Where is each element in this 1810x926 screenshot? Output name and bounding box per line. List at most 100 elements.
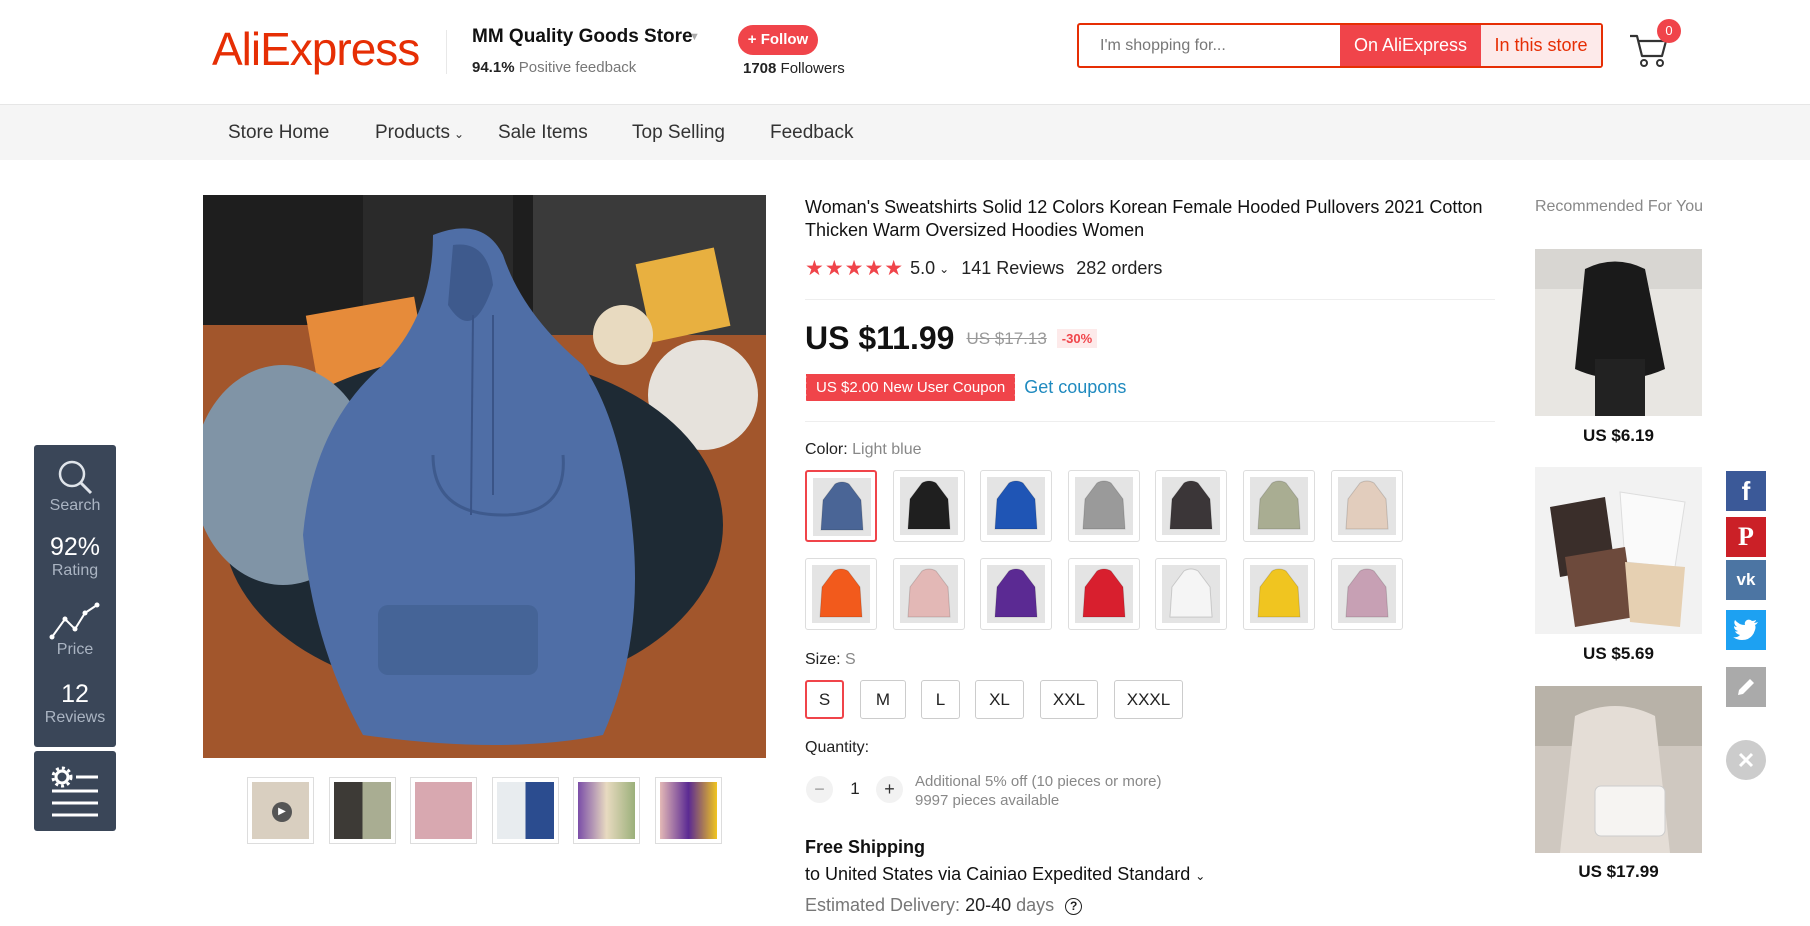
selected-color: Light blue xyxy=(852,441,922,458)
settings-list-icon xyxy=(51,766,98,817)
color-swatch-1[interactable] xyxy=(805,470,877,542)
rating-score[interactable]: 5.0 xyxy=(910,258,935,279)
get-coupons-link[interactable]: Get coupons xyxy=(1024,377,1126,398)
reviews-label: Reviews xyxy=(44,709,106,726)
swatch-image xyxy=(987,565,1045,623)
color-swatch-12[interactable] xyxy=(1155,558,1227,630)
hoodie-shape xyxy=(1169,480,1213,530)
side-rating[interactable]: 92% Rating xyxy=(34,533,116,580)
recommended-price-1: US $6.19 xyxy=(1583,426,1654,445)
chevron-down-icon[interactable]: ▼ xyxy=(689,31,700,43)
thumbnail-2[interactable] xyxy=(329,777,396,844)
color-swatch-4[interactable] xyxy=(1068,470,1140,542)
rating-row: ★★★★★ 5.0 ⌄ 141 Reviews 282 orders xyxy=(805,256,1162,281)
size-option-xxxl[interactable]: XXXL xyxy=(1114,680,1183,719)
recommended-item-1[interactable] xyxy=(1535,249,1702,416)
nav-sale-items[interactable]: Sale Items xyxy=(498,122,588,144)
quantity-increase-button[interactable]: + xyxy=(876,776,903,803)
pinterest-icon[interactable]: P xyxy=(1726,517,1766,557)
nav-top-selling[interactable]: Top Selling xyxy=(632,122,725,144)
hoodie-shape xyxy=(1082,480,1126,530)
swatch-image xyxy=(1250,565,1308,623)
help-icon[interactable]: ? xyxy=(1065,897,1083,915)
cart-badge: 0 xyxy=(1657,19,1681,43)
color-swatch-6[interactable] xyxy=(1243,470,1315,542)
edit-icon[interactable] xyxy=(1726,667,1766,707)
side-price[interactable]: Price xyxy=(34,601,116,659)
vk-icon[interactable]: vk xyxy=(1726,560,1766,600)
hoodie-shape xyxy=(1345,480,1389,530)
nav-products[interactable]: Products ⌄ xyxy=(375,122,464,144)
vk-glyph: vk xyxy=(1736,570,1756,589)
nav-feedback[interactable]: Feedback xyxy=(770,122,853,144)
quantity-value[interactable]: 1 xyxy=(845,779,865,799)
hoodie-shape xyxy=(1169,568,1213,618)
thumbnail-video[interactable]: ▶ xyxy=(247,777,314,844)
search-aliexpress-button[interactable]: On AliExpress xyxy=(1340,25,1481,66)
swatch-image xyxy=(1162,477,1220,535)
followers-number: 1708 xyxy=(743,60,777,77)
coupon-row: US $2.00 New User Coupon Get coupons xyxy=(803,374,1126,401)
rating-value: 92% xyxy=(49,533,101,561)
quantity-decrease-button[interactable]: − xyxy=(806,776,833,803)
hoodie-photo xyxy=(203,195,766,758)
color-swatch-10[interactable] xyxy=(980,558,1052,630)
size-option-xxl[interactable]: XXL xyxy=(1040,680,1098,719)
color-swatch-2[interactable] xyxy=(893,470,965,542)
size-option-l[interactable]: L xyxy=(921,680,960,719)
quantity-label: Quantity: xyxy=(805,739,870,756)
swatch-image xyxy=(813,478,871,536)
color-swatch-7[interactable] xyxy=(1331,470,1403,542)
hoodie-shape xyxy=(907,568,951,618)
side-search[interactable]: Search xyxy=(34,453,116,515)
thumbnail-4[interactable] xyxy=(492,777,559,844)
recommended-image xyxy=(1535,686,1702,853)
recommended-item-2[interactable] xyxy=(1535,467,1702,634)
hoodie-shape xyxy=(1257,480,1301,530)
color-swatch-3[interactable] xyxy=(980,470,1052,542)
color-label-row: Color: Light blue xyxy=(805,441,922,459)
reviews-count[interactable]: 141 Reviews xyxy=(961,258,1064,279)
swatch-image xyxy=(1338,565,1396,623)
twitter-bird xyxy=(1733,619,1758,640)
color-swatch-11[interactable] xyxy=(1068,558,1140,630)
hoodie-shape xyxy=(1257,568,1301,618)
nav-store-home[interactable]: Store Home xyxy=(228,122,329,144)
recommended-item-3[interactable] xyxy=(1535,686,1702,853)
thumbnail-3[interactable] xyxy=(410,777,477,844)
chevron-down-icon[interactable]: ⌄ xyxy=(939,262,949,276)
color-swatch-8[interactable] xyxy=(805,558,877,630)
size-option-s[interactable]: S xyxy=(805,680,844,719)
size-option-xl[interactable]: XL xyxy=(975,680,1024,719)
search-store-button[interactable]: In this store xyxy=(1481,25,1601,66)
twitter-icon[interactable] xyxy=(1726,610,1766,650)
size-option-m[interactable]: M xyxy=(860,680,906,719)
site-header: AliExpress MM Quality Goods Store ▼ 94.1… xyxy=(0,0,1810,104)
settings-widget[interactable] xyxy=(34,751,116,831)
swatch-image xyxy=(900,477,958,535)
color-swatch-5[interactable] xyxy=(1155,470,1227,542)
color-swatch-13[interactable] xyxy=(1243,558,1315,630)
thumbnail-image xyxy=(334,782,391,839)
shipping-method[interactable]: to United States via Cainiao Expedited S… xyxy=(805,864,1205,885)
new-user-coupon[interactable]: US $2.00 New User Coupon xyxy=(803,374,1016,401)
color-swatch-14[interactable] xyxy=(1331,558,1403,630)
thumbnail-5[interactable] xyxy=(573,777,640,844)
pinterest-glyph: P xyxy=(1738,522,1754,551)
recommended-image xyxy=(1535,467,1702,634)
store-name[interactable]: MM Quality Goods Store xyxy=(472,26,693,48)
play-icon: ▶ xyxy=(272,802,292,822)
main-product-image[interactable] xyxy=(203,195,766,758)
thumbnail-6[interactable] xyxy=(655,777,722,844)
side-reviews[interactable]: 12 Reviews xyxy=(34,680,116,727)
color-swatch-9[interactable] xyxy=(893,558,965,630)
shipping-desc: to United States via Cainiao Expedited S… xyxy=(805,864,1191,884)
facebook-icon[interactable]: f xyxy=(1726,471,1766,511)
facebook-glyph: f xyxy=(1741,475,1751,506)
feedback-label: Positive feedback xyxy=(518,59,637,76)
close-icon[interactable] xyxy=(1726,740,1766,780)
swatch-image xyxy=(1075,477,1133,535)
follow-button[interactable]: + Follow xyxy=(738,25,818,55)
aliexpress-logo[interactable]: AliExpress xyxy=(212,22,420,76)
search-input[interactable] xyxy=(1079,25,1340,66)
